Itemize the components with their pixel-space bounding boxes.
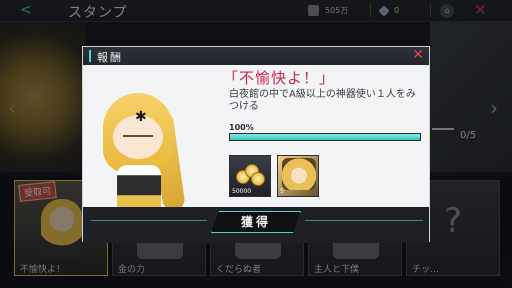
reward-item[interactable]: 50000 (229, 155, 271, 197)
divider (91, 220, 207, 221)
progress-percent: 100% (229, 123, 254, 132)
character-illustration: ✱ (95, 87, 186, 219)
anger-mark-icon: ✱ (135, 109, 147, 125)
reward-dialog: 報酬 ✕ ✱ 「不愉快よ！」 白夜館の中でA級以上の神器使い１人をみつける 10… (82, 46, 430, 243)
progress-fill (230, 134, 420, 140)
accent-bar (89, 50, 91, 62)
dialog-title: 報酬 (97, 51, 123, 64)
character-portrait-icon (282, 158, 316, 190)
coins-icon (236, 162, 266, 186)
progress-bar (229, 133, 421, 141)
dialog-header: 報酬 ✕ (83, 47, 429, 65)
quest-name: 「不愉快よ！」 (223, 69, 336, 87)
reward-quantity: 50000 (232, 188, 252, 195)
claim-button[interactable]: 獲得 (211, 211, 301, 233)
divider (305, 220, 423, 221)
reward-quantity: 5 (280, 188, 284, 195)
quest-description: 白夜館の中でA級以上の神器使い１人をみつける (229, 89, 416, 112)
close-icon[interactable]: ✕ (412, 47, 424, 63)
reward-item[interactable]: 5 (277, 155, 319, 197)
